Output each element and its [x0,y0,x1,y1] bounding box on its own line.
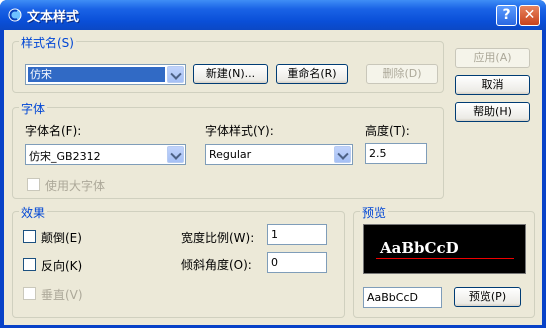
cancel-button[interactable]: 取消 [455,75,530,95]
use-big-font-label: 使用大字体 [45,179,106,193]
preview-sample-text: AaBbCcD [380,239,459,257]
upside-down-checkbox[interactable] [23,230,36,243]
oblique-angle-label: 倾斜角度(O): [181,258,252,272]
font-style-value: Regular [209,148,252,161]
width-factor-value: 1 [271,228,278,241]
chevron-down-icon[interactable] [167,146,184,163]
help-icon[interactable]: ? [496,5,517,26]
height-label: 高度(T): [365,124,410,138]
font-style-label: 字体样式(Y): [205,124,274,138]
chevron-down-icon[interactable] [167,66,184,83]
style-name-select[interactable]: 仿宋 [25,64,186,85]
preview-group: 预览 AaBbCcD AaBbCcD 预览(P) [353,204,535,318]
delete-style-button[interactable]: 删除(D) [366,64,438,84]
style-name-group-title: 样式名(S) [19,34,76,51]
vertical-label: 垂直(V) [41,288,83,302]
preview-baseline [376,258,514,259]
oblique-angle-input[interactable]: 0 [267,252,327,273]
help-button[interactable]: 帮助(H) [455,102,530,122]
font-group-title: 字体 [19,100,48,117]
style-name-group: 样式名(S) 仿宋 新建(N)... 重命名(R) 删除(D) [12,34,444,93]
effects-group-title: 效果 [19,204,48,221]
preview-button[interactable]: 预览(P) [454,287,521,307]
width-factor-input[interactable]: 1 [267,224,327,245]
close-icon[interactable]: ✕ [519,5,540,26]
title-bar[interactable]: 文本样式 ? ✕ [0,0,546,30]
style-name-value: 仿宋 [28,67,165,82]
font-name-select[interactable]: 仿宋_GB2312 [25,144,186,165]
oblique-angle-value: 0 [271,256,278,269]
font-name-label: 字体名(F): [25,124,82,138]
rename-style-button[interactable]: 重命名(R) [276,64,348,84]
font-name-value: 仿宋_GB2312 [29,150,101,163]
chevron-down-icon[interactable] [334,146,351,163]
backwards-checkbox[interactable] [23,258,36,271]
preview-text-input[interactable]: AaBbCcD [363,287,442,308]
use-big-font-checkbox[interactable] [27,178,40,191]
width-factor-label: 宽度比例(W): [181,231,255,245]
height-value: 2.5 [369,147,387,160]
dialog-client: 样式名(S) 仿宋 新建(N)... 重命名(R) 删除(D) 应用(A) 取消… [4,30,542,325]
app-icon [8,8,22,22]
preview-canvas: AaBbCcD [363,224,526,274]
new-style-button[interactable]: 新建(N)... [193,64,268,84]
effects-group: 效果 颠倒(E) 反向(K) 垂直(V) 宽度比例(W): 1 倾斜角度(O):… [12,204,345,318]
font-group: 字体 字体名(F): 仿宋_GB2312 字体样式(Y): Regular 高度… [12,100,444,199]
backwards-label: 反向(K) [41,259,83,273]
height-input[interactable]: 2.5 [365,143,427,164]
upside-down-label: 颠倒(E) [41,231,82,245]
font-style-select[interactable]: Regular [205,144,353,165]
preview-group-title: 预览 [360,204,389,221]
preview-input-value: AaBbCcD [367,291,418,304]
apply-button[interactable]: 应用(A) [455,48,530,68]
vertical-checkbox[interactable] [23,287,36,300]
dialog-window: 文本样式 ? ✕ 样式名(S) 仿宋 新建(N)... 重命名(R) 删除(D)… [0,0,546,328]
window-title: 文本样式 [27,10,80,25]
